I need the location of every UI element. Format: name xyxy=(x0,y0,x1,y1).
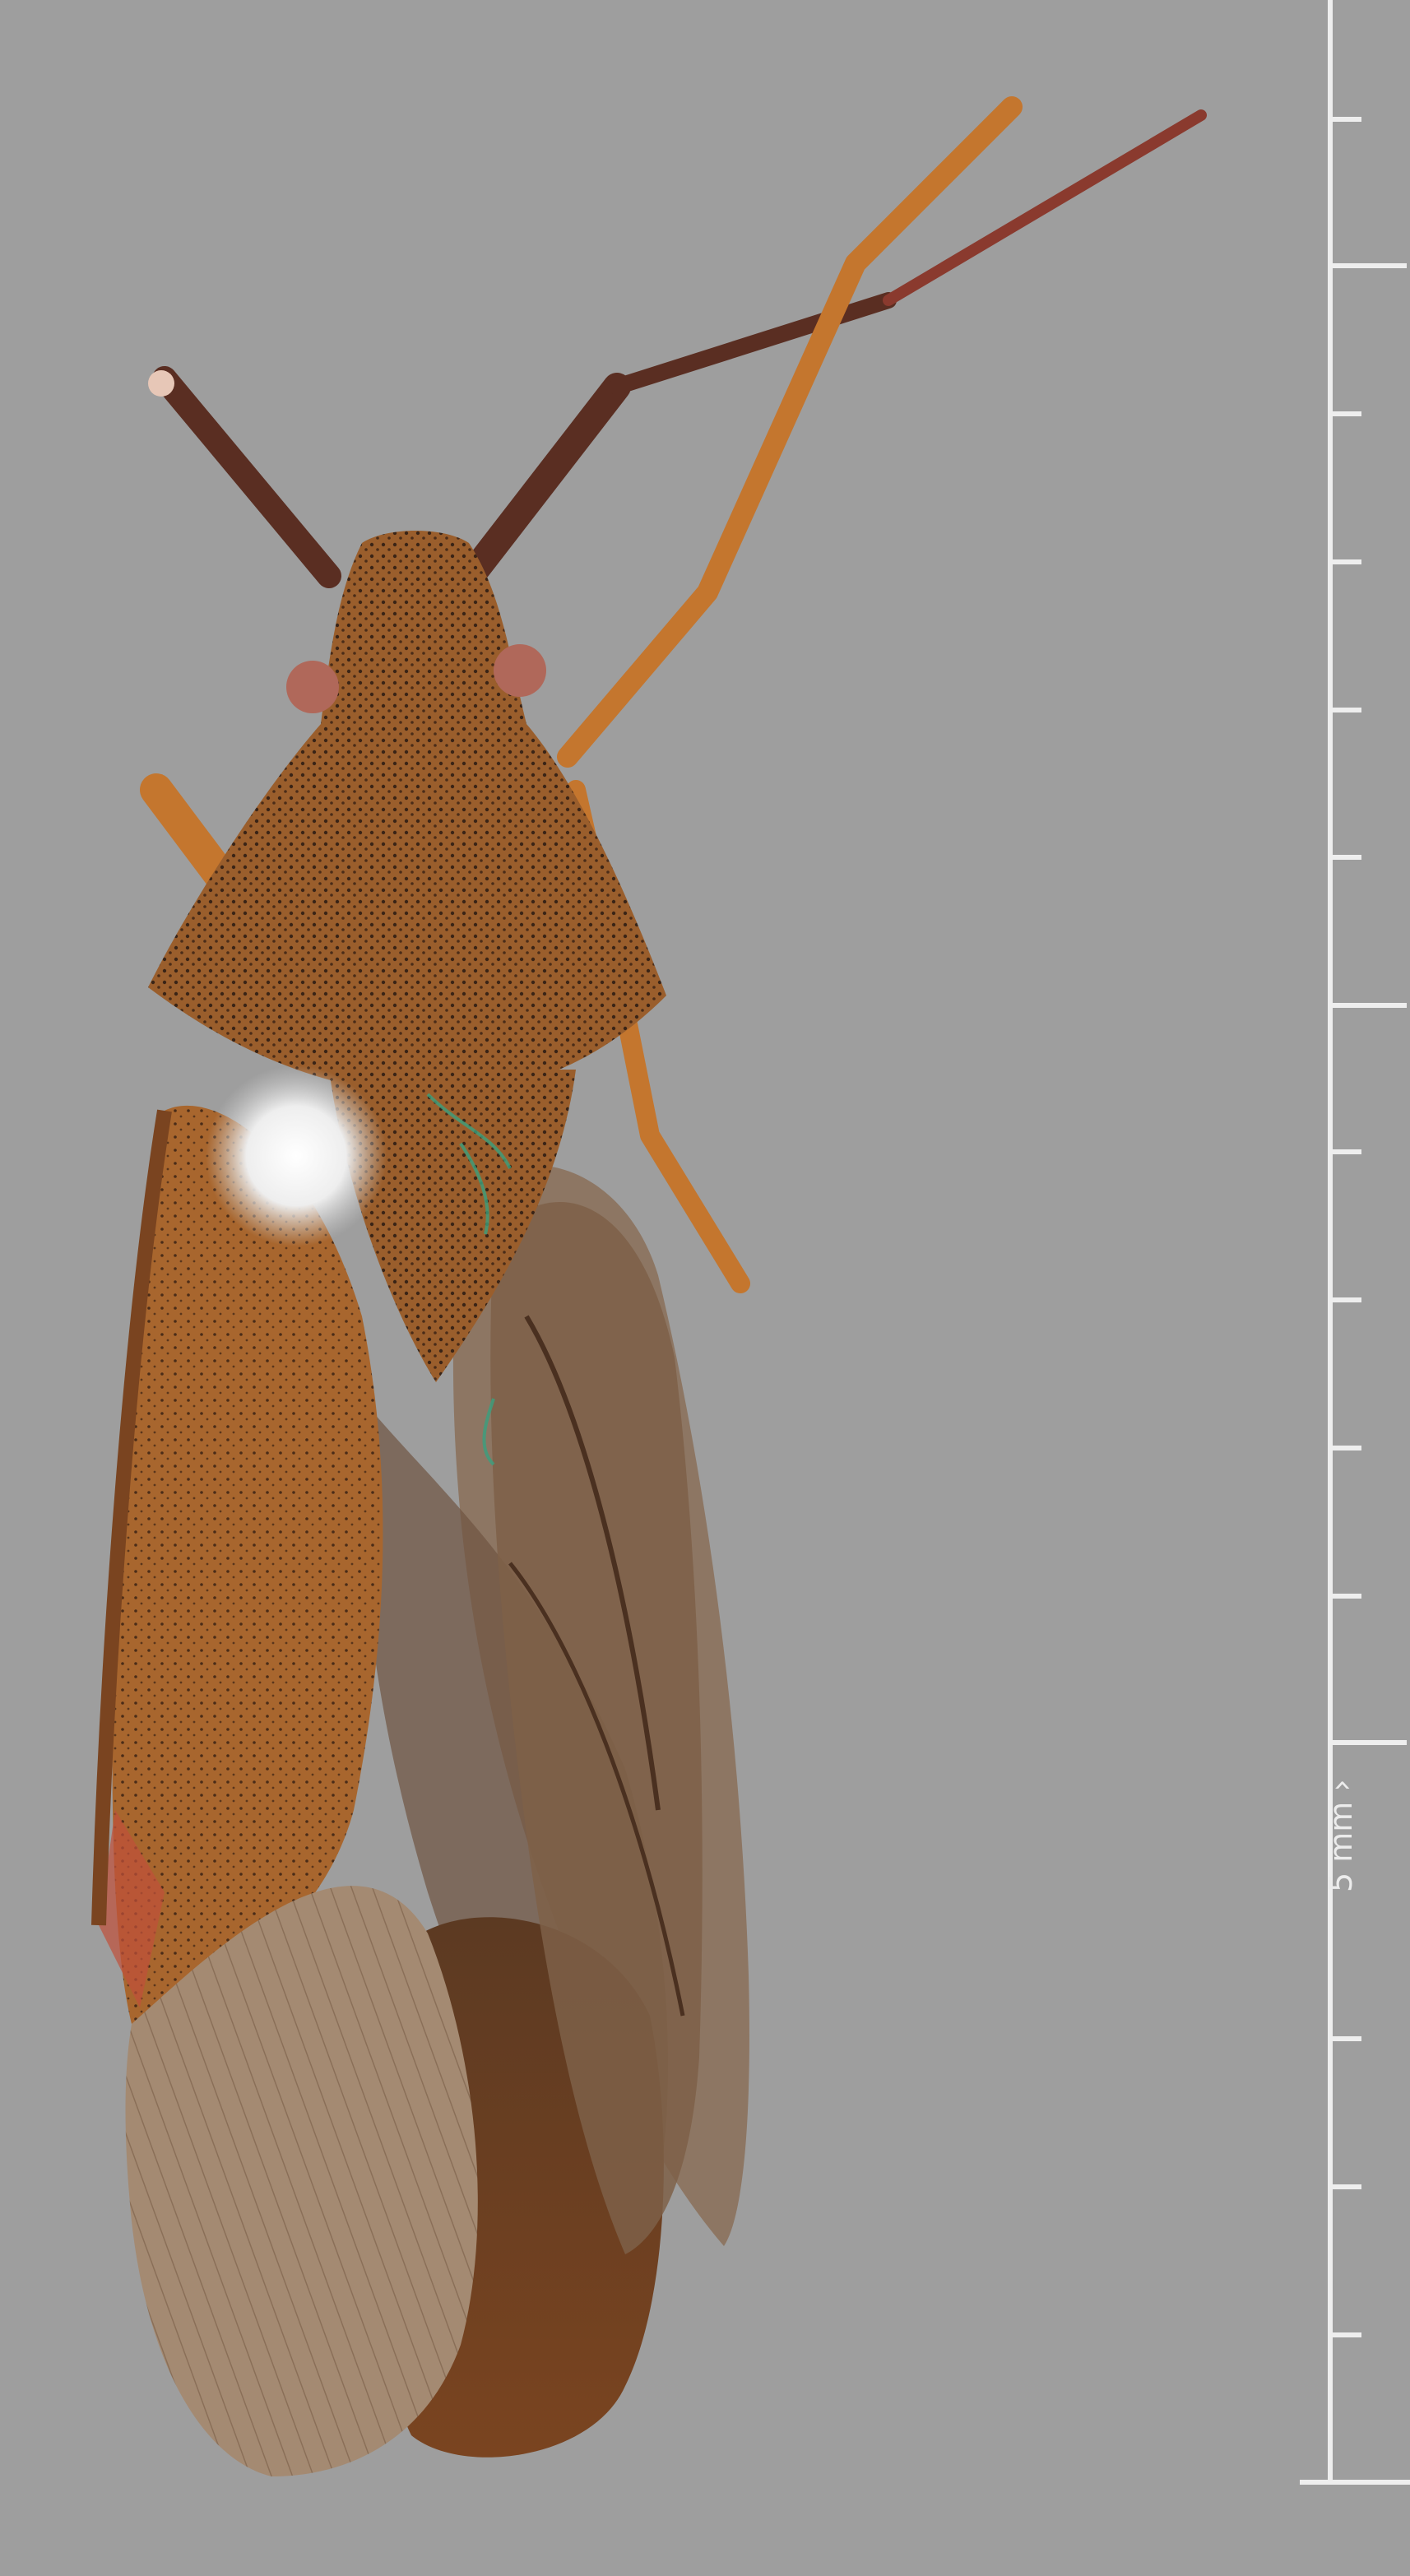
scale-bar xyxy=(1300,0,1410,2485)
scale-label: 5 mm › xyxy=(1323,1779,1359,1892)
